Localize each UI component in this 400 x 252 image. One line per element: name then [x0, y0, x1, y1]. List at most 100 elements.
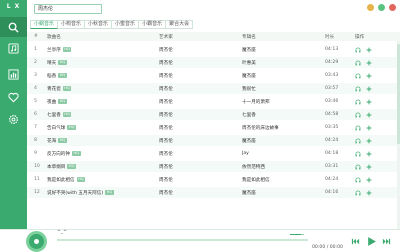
sidebar-item-search[interactable]: [0, 17, 27, 37]
row-duration: 04:24: [325, 138, 339, 143]
close-button[interactable]: [389, 4, 396, 11]
table-row[interactable]: 8 花海 HQ 周杰伦 魔杰座 04:24: [27, 135, 400, 146]
tab-source-3[interactable]: 小秋音乐: [85, 20, 113, 29]
sidebar-item-favorites[interactable]: [0, 87, 27, 107]
row-ops: [355, 161, 395, 172]
tab-source-6[interactable]: 聚合大会: [166, 20, 194, 29]
plus-icon[interactable]: [366, 177, 372, 183]
tab-source-2[interactable]: 小枸音乐: [58, 20, 86, 29]
row-name: 晴天 HQ: [47, 57, 157, 68]
plus-icon[interactable]: [366, 86, 372, 92]
table-row[interactable]: 2 晴天 HQ 周杰伦 叶惠美 04:29: [27, 57, 400, 68]
row-album: 魔杰座: [242, 47, 256, 53]
table-row[interactable]: 5 夜曲 HQ 周杰伦 十一月的萧邦 03:46: [27, 96, 400, 107]
plus-icon[interactable]: [366, 47, 372, 53]
sidebar-item-songlist[interactable]: [0, 38, 27, 58]
row-name: 稻香 HQ: [47, 70, 157, 81]
album-cover-disc[interactable]: [26, 231, 47, 252]
plus-icon[interactable]: [366, 99, 372, 105]
table-row[interactable]: 1 兰亭序 HQ 周杰伦 魔杰座 04:13: [27, 44, 400, 55]
plus-icon[interactable]: [366, 151, 372, 157]
table-row[interactable]: 4 青花瓷 HQ 周杰伦 我很忙 03:57: [27, 83, 400, 94]
row-index: 1: [34, 47, 37, 52]
tab-source-5[interactable]: 小霸音乐: [139, 20, 167, 29]
gear-icon: [9, 114, 18, 124]
row-album: 我是如此相信: [242, 177, 270, 183]
row-artist: 周杰伦: [159, 177, 173, 183]
tab-source-4[interactable]: 小蜜音乐: [112, 20, 140, 29]
search-icon: [8, 22, 19, 33]
table-header: # 歌曲名 艺术家 专辑名 时长 操作: [27, 32, 400, 41]
headphones-icon[interactable]: [355, 151, 361, 157]
row-name: 我是如此相信 HQ: [47, 174, 157, 185]
plus-icon[interactable]: [366, 190, 372, 196]
row-name: 七里香 HQ: [47, 109, 157, 120]
minimize-button[interactable]: [367, 4, 374, 11]
headphones-icon[interactable]: [355, 47, 361, 53]
row-ops: [355, 135, 395, 146]
row-duration: 04:13: [325, 47, 339, 52]
headphones-icon[interactable]: [355, 73, 361, 79]
row-album: 魔杰座: [242, 138, 256, 144]
row-ops: [355, 109, 395, 120]
quality-badge: HQ: [76, 177, 86, 182]
table-row[interactable]: 12 说好不哭(with 五月天阿信) HQ 周杰伦 魔杰座 04:16: [27, 187, 400, 198]
volume-slider[interactable]: [290, 234, 304, 235]
top-bar: 周杰伦: [27, 0, 400, 17]
progress-bar[interactable]: [57, 239, 308, 241]
table-row[interactable]: 6 七里香 HQ 周杰伦 七里香 04:58: [27, 109, 400, 120]
row-name: 青花瓷 HQ: [47, 83, 157, 94]
headphones-icon[interactable]: [355, 99, 361, 105]
header-index: #: [34, 34, 38, 39]
row-name: 兰亭序 HQ: [47, 44, 157, 55]
play-icon[interactable]: [366, 236, 377, 247]
row-name: 反方向的钟 HQ: [47, 148, 157, 159]
maximize-button[interactable]: [378, 4, 385, 11]
sidebar-item-settings[interactable]: [0, 109, 27, 129]
search-input[interactable]: 周杰伦: [34, 3, 102, 14]
song-title: 告白气球: [47, 125, 66, 131]
headphones-icon[interactable]: [355, 86, 361, 92]
headphones-icon[interactable]: [355, 164, 361, 170]
row-artist: 周杰伦: [159, 112, 173, 118]
row-artist: 周杰伦: [159, 138, 173, 144]
header-album: 专辑名: [242, 34, 256, 40]
row-index: 2: [34, 60, 37, 65]
plus-icon[interactable]: [366, 164, 372, 170]
table-row[interactable]: 9 反方向的钟 HQ 周杰伦 Jay 04:18: [27, 148, 400, 159]
row-name: 花海 HQ: [47, 135, 157, 146]
row-index: 5: [34, 99, 37, 104]
next-icon[interactable]: [382, 237, 391, 246]
plus-icon[interactable]: [366, 60, 372, 66]
row-ops: [355, 96, 395, 107]
tab-source-1[interactable]: 小蜗音乐: [30, 20, 59, 29]
headphones-icon[interactable]: [355, 125, 361, 131]
row-ops: [355, 83, 395, 94]
row-ops: [355, 57, 395, 68]
headphones-icon[interactable]: [355, 112, 361, 118]
table-row[interactable]: 11 我是如此相信 HQ 周杰伦 我是如此相信 04:24: [27, 174, 400, 185]
plus-icon[interactable]: [366, 73, 372, 79]
song-title: 兰亭序: [47, 47, 61, 53]
plus-icon[interactable]: [366, 112, 372, 118]
song-title: 青花瓷: [47, 86, 61, 92]
music-note-icon: [8, 42, 19, 54]
plus-icon[interactable]: [366, 125, 372, 131]
app-logo: L X: [6, 3, 21, 10]
chart-bars-icon: [8, 68, 19, 80]
table-row[interactable]: 3 稻香 HQ 周杰伦 魔杰座 03:43: [27, 70, 400, 81]
row-index: 4: [34, 86, 37, 91]
table-row[interactable]: 10 本草纲目 HQ 周杰伦 依然范特西 03:31: [27, 161, 400, 172]
headphones-icon[interactable]: [355, 60, 361, 66]
table-row[interactable]: 7 告白气球 HQ 周杰伦 周杰伦的床边故事 03:35: [27, 122, 400, 133]
sidebar-item-leaderboard[interactable]: [0, 64, 27, 84]
headphones-icon[interactable]: [355, 138, 361, 144]
song-title: 晴天: [47, 60, 57, 66]
headphones-icon[interactable]: [355, 190, 361, 196]
quality-badge: HQ: [67, 164, 76, 169]
previous-icon[interactable]: [351, 237, 360, 246]
row-index: 12: [34, 190, 40, 195]
plus-icon[interactable]: [366, 138, 372, 144]
row-duration: 04:58: [325, 112, 339, 117]
headphones-icon[interactable]: [355, 177, 361, 183]
